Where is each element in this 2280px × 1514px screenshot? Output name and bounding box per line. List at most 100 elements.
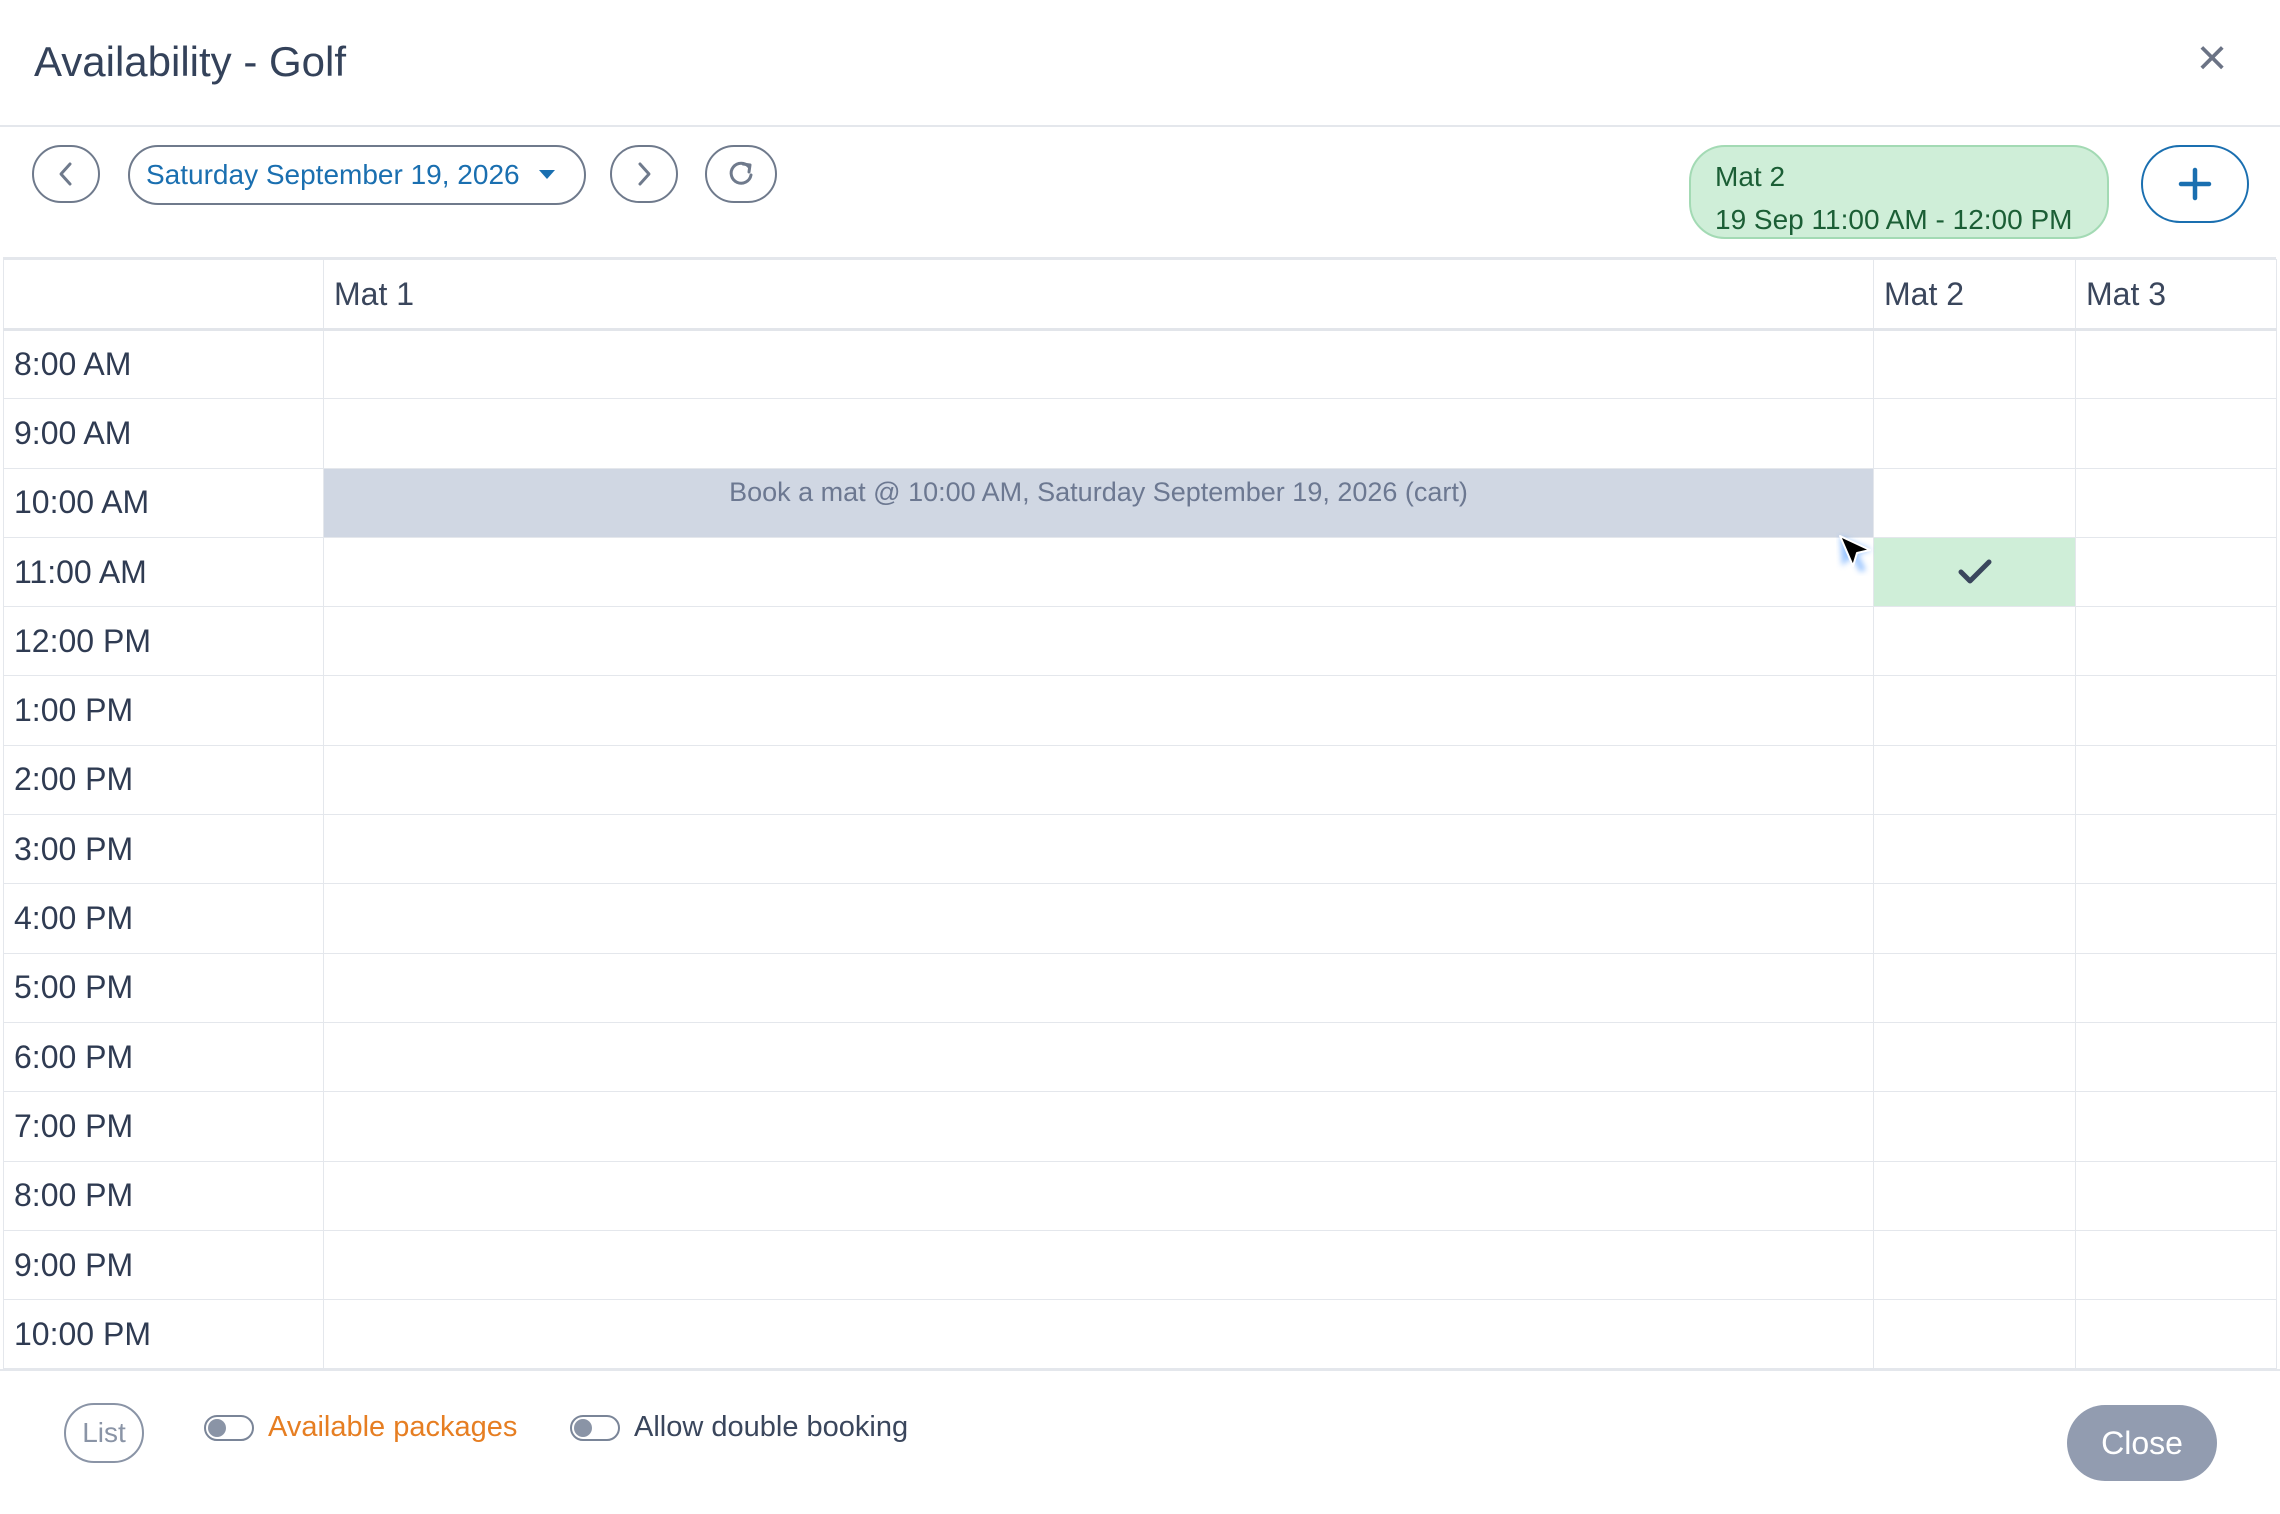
slot-mat-2[interactable] bbox=[1873, 814, 2076, 885]
slot-mat-3[interactable] bbox=[2075, 744, 2277, 816]
row-time: 12:00 PM bbox=[3, 606, 324, 677]
table-row: 8:00 AM bbox=[3, 328, 2277, 400]
slot-mat-3[interactable] bbox=[2075, 1160, 2277, 1231]
slot-mat-1[interactable] bbox=[323, 536, 1874, 608]
row-time: 3:00 PM bbox=[3, 814, 324, 885]
slot-mat-3[interactable] bbox=[2075, 1229, 2277, 1301]
table-row: 10:00 AM Book a mat @ 10:00 AM, Saturday… bbox=[3, 467, 2277, 538]
row-time: 7:00 PM bbox=[3, 1091, 324, 1162]
slot-mat-2[interactable] bbox=[1873, 398, 2076, 469]
slot-mat-3[interactable] bbox=[2075, 952, 2277, 1023]
table-row: 11:00 AM bbox=[3, 536, 2277, 608]
slot-mat-3[interactable] bbox=[2075, 814, 2277, 885]
slot-mat-1-hovered[interactable]: Book a mat @ 10:00 AM, Saturday Septembe… bbox=[323, 467, 1874, 538]
slot-mat-2[interactable] bbox=[1873, 606, 2076, 677]
toggle-switch[interactable] bbox=[204, 1414, 254, 1441]
slot-mat-1[interactable] bbox=[323, 1021, 1874, 1093]
row-time: 6:00 PM bbox=[3, 1021, 324, 1093]
column-header-mat-2: Mat 2 bbox=[1873, 259, 2076, 331]
slot-mat-3[interactable] bbox=[2075, 1021, 2277, 1093]
table-row: 2:00 PM bbox=[3, 744, 2277, 816]
table-row: 5:00 PM bbox=[3, 952, 2277, 1023]
slot-mat-3[interactable] bbox=[2075, 398, 2277, 469]
row-time: 8:00 AM bbox=[3, 328, 324, 400]
slot-mat-3[interactable] bbox=[2075, 675, 2277, 746]
toggle-knob bbox=[208, 1418, 226, 1437]
slot-mat-2[interactable] bbox=[1873, 1160, 2076, 1231]
column-header-mat-1: Mat 1 bbox=[323, 259, 1874, 331]
slot-mat-1[interactable] bbox=[323, 1160, 1874, 1231]
next-day-button[interactable] bbox=[610, 145, 678, 203]
add-booking-button[interactable] bbox=[2141, 145, 2249, 223]
slot-mat-2[interactable] bbox=[1873, 883, 2076, 954]
table-row: 3:00 PM bbox=[3, 814, 2277, 885]
dialog-footer: List Available packages Allow double boo… bbox=[0, 1369, 2280, 1514]
slot-mat-2[interactable] bbox=[1873, 1091, 2076, 1162]
slot-mat-1[interactable] bbox=[323, 814, 1874, 885]
slot-mat-1[interactable] bbox=[323, 744, 1874, 816]
slot-mat-2[interactable] bbox=[1873, 1021, 2076, 1093]
refresh-icon bbox=[729, 161, 753, 185]
previous-day-button[interactable] bbox=[32, 145, 100, 203]
toggle-switch[interactable] bbox=[570, 1414, 620, 1441]
row-time: 10:00 PM bbox=[3, 1299, 324, 1370]
slot-mat-3[interactable] bbox=[2075, 1299, 2277, 1370]
slot-mat-3[interactable] bbox=[2075, 606, 2277, 677]
row-time: 2:00 PM bbox=[3, 744, 324, 816]
slot-mat-2[interactable] bbox=[1873, 675, 2076, 746]
slot-mat-1[interactable] bbox=[323, 328, 1874, 400]
slot-mat-2[interactable] bbox=[1873, 328, 2076, 400]
slot-mat-1[interactable] bbox=[323, 952, 1874, 1023]
slot-mat-2[interactable] bbox=[1873, 467, 2076, 538]
slot-mat-2[interactable] bbox=[1873, 744, 2076, 816]
allow-double-booking-toggle[interactable]: Allow double booking bbox=[570, 1411, 908, 1444]
slot-mat-1[interactable] bbox=[323, 398, 1874, 469]
mouse-pointer-icon bbox=[1839, 535, 1872, 572]
close-icon[interactable]: × bbox=[2190, 32, 2234, 84]
chevron-left-icon bbox=[59, 162, 72, 186]
row-time: 8:00 PM bbox=[3, 1160, 324, 1231]
cart-booking-chip[interactable]: Mat 2 19 Sep 11:00 AM - 12:00 PM bbox=[1689, 145, 2109, 239]
slot-mat-2[interactable] bbox=[1873, 952, 2076, 1023]
row-time: 9:00 AM bbox=[3, 398, 324, 469]
row-time: 10:00 AM bbox=[3, 467, 324, 538]
plus-icon bbox=[2178, 167, 2212, 201]
caret-down-icon bbox=[538, 170, 555, 179]
row-time: 11:00 AM bbox=[3, 536, 324, 608]
available-packages-toggle[interactable]: Available packages bbox=[204, 1411, 517, 1444]
dialog-header: Availability - Golf × bbox=[0, 0, 2280, 127]
slot-mat-1[interactable] bbox=[323, 1229, 1874, 1301]
table-row: 9:00 PM bbox=[3, 1229, 2277, 1301]
cart-resource: Mat 2 bbox=[1715, 161, 1786, 192]
hover-booking-label: Book a mat @ 10:00 AM, Saturday Septembe… bbox=[729, 476, 1468, 507]
table-row: 9:00 AM bbox=[3, 398, 2277, 469]
slot-mat-3[interactable] bbox=[2075, 1091, 2277, 1162]
row-time: 4:00 PM bbox=[3, 883, 324, 954]
slot-mat-1[interactable] bbox=[323, 1299, 1874, 1370]
slot-mat-3[interactable] bbox=[2075, 883, 2277, 954]
slot-mat-3[interactable] bbox=[2075, 536, 2277, 608]
list-view-button[interactable]: List bbox=[64, 1403, 144, 1463]
table-row: 6:00 PM bbox=[3, 1021, 2277, 1093]
available-packages-label: Available packages bbox=[268, 1411, 518, 1443]
close-button[interactable]: Close bbox=[2067, 1405, 2217, 1481]
slot-mat-2[interactable] bbox=[1873, 1299, 2076, 1370]
slot-mat-2[interactable] bbox=[1873, 1229, 2076, 1301]
slot-mat-1[interactable] bbox=[323, 1091, 1874, 1162]
toggle-knob bbox=[574, 1418, 592, 1437]
refresh-button[interactable] bbox=[705, 145, 777, 203]
row-time: 1:00 PM bbox=[3, 675, 324, 746]
slot-mat-1[interactable] bbox=[323, 883, 1874, 954]
row-time: 5:00 PM bbox=[3, 952, 324, 1023]
allow-double-booking-label: Allow double booking bbox=[634, 1411, 909, 1443]
slot-mat-3[interactable] bbox=[2075, 467, 2277, 538]
slot-mat-1[interactable] bbox=[323, 606, 1874, 677]
toolbar: Saturday September 19, 2026 Mat 2 19 Sep… bbox=[0, 127, 2280, 257]
slot-mat-3[interactable] bbox=[2075, 328, 2277, 400]
row-time: 9:00 PM bbox=[3, 1229, 324, 1301]
column-header-mat-3: Mat 3 bbox=[2075, 259, 2277, 331]
slot-mat-2-selected[interactable] bbox=[1873, 536, 2076, 608]
slot-mat-1[interactable] bbox=[323, 675, 1874, 746]
availability-grid: Mat 1 Mat 2 Mat 3 8:00 AM 9:00 AM 10:00 … bbox=[3, 257, 2277, 1370]
date-picker[interactable]: Saturday September 19, 2026 bbox=[128, 145, 586, 205]
